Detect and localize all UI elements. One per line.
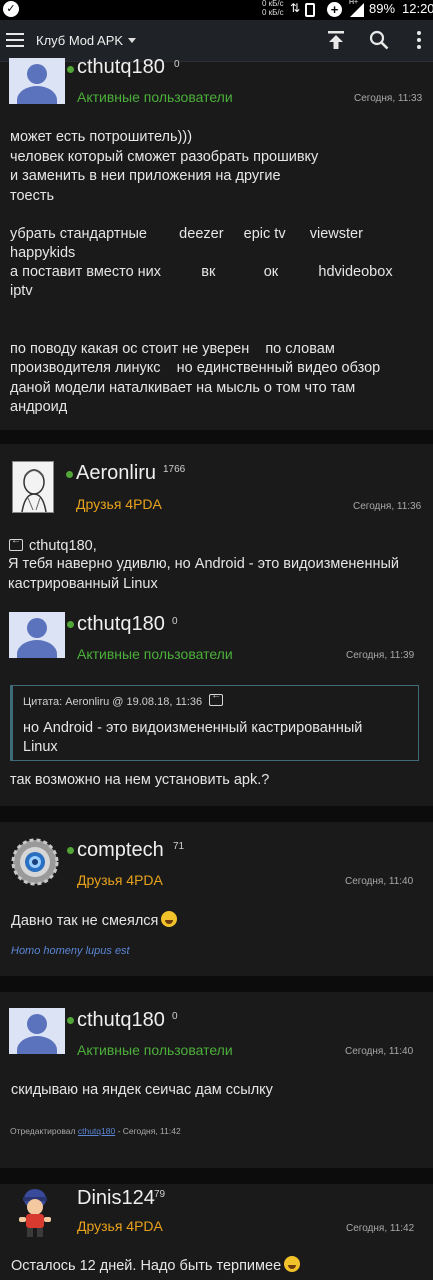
avatar[interactable] [9,1008,65,1054]
editor-link[interactable]: cthutq180 [78,1126,115,1136]
reputation[interactable]: 0 [172,616,178,627]
post-time: Сегодня, 11:39 [346,650,415,661]
signal-icon [350,3,364,17]
post-text-line: убрать стандартные deezer epic tv viewst… [10,226,363,242]
reputation[interactable]: 0 [174,59,180,70]
online-indicator [67,847,74,854]
vibrate-icon [305,3,315,17]
online-indicator [67,621,74,628]
post-text-line: и заменить в неи приложения на другие [10,168,281,184]
post-time: Сегодня, 11:40 [345,876,414,887]
quote-text-line: Linux [23,739,58,755]
user-group: Активные пользователи [77,646,233,662]
post-text-line: а поставит вместо них вк ок hdvideobox [10,264,393,280]
post-text-line: Осталось 12 дней. Надо быть терпимее [11,1256,301,1274]
quote-text-line: но Android - это видоизмененный кастриро… [23,720,363,736]
online-indicator [67,1017,74,1024]
user-group: Друзья 4PDA [77,872,163,888]
status-bar: ✓ 0 кБ/с 0 кБ/с ⇅ + H+ 89% 12:20 [0,0,433,20]
user-group: Друзья 4PDA [77,1218,163,1234]
speed-down: 0 кБ/с [262,8,284,17]
quote-block: Цитата: Aeronliru @ 19.08.18, 11:36 но A… [10,685,419,761]
post: comptech 71 Друзья 4PDA Сегодня, 11:40 Д… [0,822,433,976]
author-nick[interactable]: comptech [77,839,164,862]
post-text-line: может есть потрошитель))) [10,129,193,145]
post: Aeronliru 1766 Друзья 4PDA Сегодня, 11:3… [0,444,433,806]
quote-link-icon[interactable] [209,690,224,706]
reputation[interactable]: 71 [173,841,184,852]
online-indicator [66,471,73,478]
post-text-line: так возможно на нем установить apk.? [10,772,270,788]
post: cthutq180 0 Активные пользователи Сегодн… [0,56,433,430]
post-separator [0,976,433,992]
author-nick[interactable]: Aeronliru [76,462,156,485]
hamburger-menu-icon[interactable] [6,33,24,47]
post-text-line: тоесть [10,188,55,204]
user-group: Друзья 4PDA [76,496,162,512]
smile-emoji-icon [284,1256,301,1272]
chevron-down-icon[interactable] [128,38,136,43]
author-nick[interactable]: Dinis124 [77,1187,155,1210]
avatar[interactable] [11,838,59,886]
post-separator [0,430,433,444]
post-text-line: человек который сможет разобрать прошивк… [10,149,319,165]
post: cthutq180 0 Активные пользователи Сегодн… [0,992,433,1168]
online-indicator [67,66,74,73]
user-group: Активные пользователи [77,89,233,105]
post-text-line: iptv [10,283,33,299]
reply-icon [9,535,23,551]
scroll-to-top-icon[interactable] [327,30,345,50]
author-nick[interactable]: cthutq180 [77,56,165,79]
reply-to-nick[interactable]: cthutq180, [29,538,97,554]
post-separator [0,1168,433,1184]
author-nick[interactable]: cthutq180 [77,1009,165,1032]
post-text-line: скидываю на яндек сеичас дам ссылку [11,1082,273,1098]
user-group: Активные пользователи [77,1042,233,1058]
post-text-line: даной модели наталкивает на мысль о том … [10,380,356,396]
more-options-icon[interactable] [416,31,422,49]
reputation[interactable]: 79 [154,1189,165,1200]
post-time: Сегодня, 11:42 [346,1223,415,1234]
app-bar: Клуб Mod APK [0,20,433,62]
post-text-line: Я тебя наверно удивлю, но Android - это … [8,556,400,572]
post-time: Сегодня, 11:40 [345,1046,414,1057]
avatar[interactable] [17,1187,53,1239]
clock: 12:20 [402,1,433,16]
battery-level: 89% [369,1,396,16]
post-time: Сегодня, 11:33 [354,93,423,104]
edited-note: Отредактировал cthutq180 - Сегодня, 11:4… [10,1126,181,1136]
post-text-line: по поводу какая ос стоит не уверен по сл… [10,341,335,357]
quote-header[interactable]: Цитата: Aeronliru @ 19.08.18, 11:36 [23,690,229,708]
post-text-line: производителя линукс но единственный вид… [10,360,381,376]
avatar[interactable] [12,461,54,513]
speed-up: 0 кБ/с [262,0,284,8]
post-text-line: happykids [10,245,76,261]
search-icon[interactable] [369,30,389,50]
reply-to[interactable]: cthutq180, [9,535,97,554]
data-saver-icon: + [327,2,342,17]
data-arrows-icon: ⇅ [290,1,301,15]
post-text-line: андроид [10,399,68,415]
app-notification-icon: ✓ [3,1,19,17]
post: Dinis124 79 Друзья 4PDA Сегодня, 11:42 О… [0,1184,433,1280]
avatar[interactable] [9,612,65,658]
reputation[interactable]: 0 [172,1011,178,1022]
author-nick[interactable]: cthutq180 [77,613,165,636]
reputation[interactable]: 1766 [163,464,185,475]
forum-title[interactable]: Клуб Mod APK [36,33,123,48]
user-signature: Homo homeny lupus est [11,945,130,957]
laughing-emoji-icon [161,911,178,927]
post-text-line: Давно так не смеялся [11,911,178,929]
network-speed: 0 кБ/с 0 кБ/с [262,0,284,17]
post-time: Сегодня, 11:36 [353,501,422,512]
avatar[interactable] [9,58,65,104]
post-text-line: кастрированный Linux [8,576,158,592]
post-separator [0,806,433,822]
